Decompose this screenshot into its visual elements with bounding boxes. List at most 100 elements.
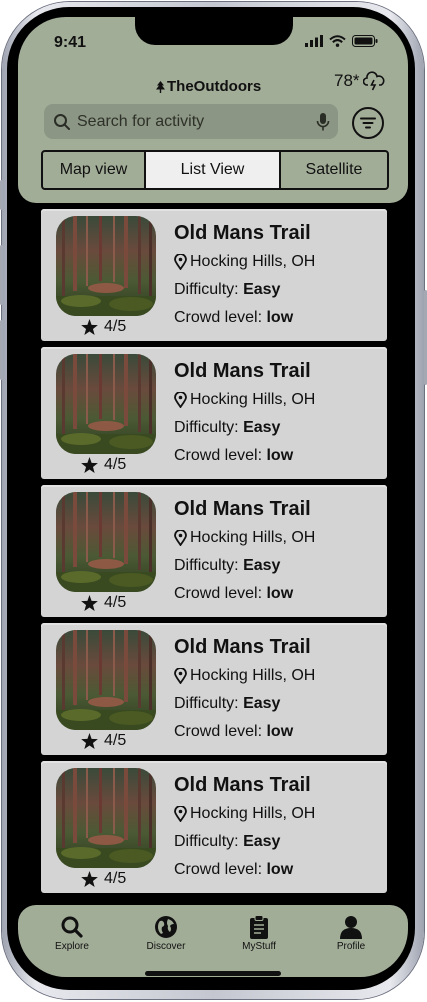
tree-icon (156, 80, 165, 93)
battery-icon (352, 35, 378, 47)
rating-value: 4/5 (104, 456, 127, 473)
trail-crowd-level: Crowd level: low (174, 447, 293, 465)
rating-value: 4/5 (104, 870, 127, 887)
difficulty-label: Difficulty: (174, 281, 239, 298)
search-icon (54, 113, 70, 130)
location-pin-icon (174, 668, 187, 684)
trail-image (56, 768, 156, 868)
difficulty-value: Easy (243, 833, 281, 850)
difficulty-label: Difficulty: (174, 557, 239, 574)
trail-difficulty: Difficulty: Easy (174, 419, 280, 437)
crowd-value: low (266, 447, 294, 464)
trail-location: Hocking Hills, OH (174, 391, 315, 409)
globe-icon (155, 916, 177, 938)
crowd-label: Crowd level: (174, 585, 263, 602)
wifi-icon (329, 35, 346, 47)
star-icon (81, 871, 98, 887)
weather-widget[interactable]: 78* (334, 71, 385, 91)
cloud-lightning-icon (362, 71, 385, 91)
person-icon (340, 916, 362, 939)
trail-card[interactable]: 4/5 Old Mans Trail Hocking Hills, OH Dif… (41, 485, 387, 617)
trail-crowd-level: Crowd level: low (174, 585, 293, 603)
tab-list-view[interactable]: List View (144, 152, 279, 188)
star-icon (81, 457, 98, 473)
trail-location: Hocking Hills, OH (174, 253, 315, 271)
trail-difficulty: Difficulty: Easy (174, 281, 280, 299)
temperature: 78* (334, 71, 360, 90)
trail-image (56, 492, 156, 592)
nav-profile[interactable]: Profile (316, 915, 386, 952)
trail-name[interactable]: Old Mans Trail (174, 498, 311, 521)
location-pin-icon (174, 530, 187, 546)
trail-card[interactable]: 4/5 Old Mans Trail Hocking Hills, OH Dif… (41, 347, 387, 479)
trail-location: Hocking Hills, OH (174, 805, 315, 823)
rating-value: 4/5 (104, 732, 127, 749)
clipboard-icon (250, 915, 268, 939)
crowd-label: Crowd level: (174, 723, 263, 740)
trail-name[interactable]: Old Mans Trail (174, 222, 311, 245)
nav-profile-label: Profile (336, 941, 366, 952)
trail-rating: 4/5 (81, 456, 126, 474)
mute-switch (0, 180, 3, 210)
nav-mystuff-label: MyStuff (242, 941, 276, 952)
search-bar[interactable] (44, 104, 338, 139)
difficulty-value: Easy (243, 281, 281, 298)
view-toggle: Map view List View Satellite (41, 150, 389, 190)
trail-difficulty: Difficulty: Easy (174, 557, 280, 575)
trail-rating: 4/5 (81, 732, 126, 750)
status-time: 9:41 (54, 34, 87, 51)
trail-crowd-level: Crowd level: low (174, 309, 293, 327)
trail-name[interactable]: Old Mans Trail (174, 636, 311, 659)
location-pin-icon (174, 392, 187, 408)
location-pin-icon (174, 254, 187, 270)
home-indicator[interactable] (145, 971, 281, 976)
difficulty-label: Difficulty: (174, 833, 239, 850)
microphone-icon[interactable] (316, 112, 330, 132)
trail-card[interactable]: 4/5 Old Mans Trail Hocking Hills, OH Dif… (41, 761, 387, 893)
app-header: 9:41 TheOutdoors 78* Search for activity… (18, 17, 408, 203)
location-text: Hocking Hills, OH (190, 529, 316, 546)
nav-discover-label: Discover (146, 941, 186, 952)
location-text: Hocking Hills, OH (190, 253, 316, 270)
crowd-value: low (266, 723, 294, 740)
cellular-signal-icon (305, 35, 323, 47)
trail-name[interactable]: Old Mans Trail (174, 360, 311, 383)
search-icon (61, 916, 83, 938)
trail-crowd-level: Crowd level: low (174, 861, 293, 879)
location-text: Hocking Hills, OH (190, 667, 316, 684)
difficulty-value: Easy (243, 419, 281, 436)
volume-up-button (0, 245, 3, 305)
difficulty-value: Easy (243, 557, 281, 574)
tab-satellite[interactable]: Satellite (279, 152, 387, 188)
location-text: Hocking Hills, OH (190, 805, 316, 822)
brand-name: TheOutdoors (167, 78, 262, 95)
volume-down-button (0, 320, 3, 380)
crowd-label: Crowd level: (174, 309, 263, 326)
tab-map-view[interactable]: Map view (43, 152, 144, 188)
bottom-nav: Explore Discover MyStuff Profile (18, 905, 408, 977)
trail-location: Hocking Hills, OH (174, 529, 315, 547)
crowd-label: Crowd level: (174, 861, 263, 878)
rating-value: 4/5 (104, 318, 127, 335)
search-input[interactable] (77, 112, 307, 131)
trail-crowd-level: Crowd level: low (174, 723, 293, 741)
trail-image (56, 354, 156, 454)
trail-card[interactable]: 4/5 Old Mans Trail Hocking Hills, OH Dif… (41, 209, 387, 341)
crowd-label: Crowd level: (174, 447, 263, 464)
difficulty-label: Difficulty: (174, 419, 239, 436)
nav-discover[interactable]: Discover (131, 915, 201, 952)
crowd-value: low (266, 585, 294, 602)
nav-mystuff[interactable]: MyStuff (224, 915, 294, 952)
difficulty-label: Difficulty: (174, 695, 239, 712)
trail-rating: 4/5 (81, 870, 126, 888)
nav-explore-label: Explore (55, 941, 89, 952)
star-icon (81, 595, 98, 611)
filter-button[interactable] (352, 107, 384, 139)
trail-image (56, 216, 156, 316)
trail-card[interactable]: 4/5 Old Mans Trail Hocking Hills, OH Dif… (41, 623, 387, 755)
trail-name[interactable]: Old Mans Trail (174, 774, 311, 797)
trail-difficulty: Difficulty: Easy (174, 833, 280, 851)
filter-icon (360, 117, 376, 129)
screen: 9:41 TheOutdoors 78* Search for activity… (18, 17, 408, 977)
nav-explore[interactable]: Explore (37, 915, 107, 952)
